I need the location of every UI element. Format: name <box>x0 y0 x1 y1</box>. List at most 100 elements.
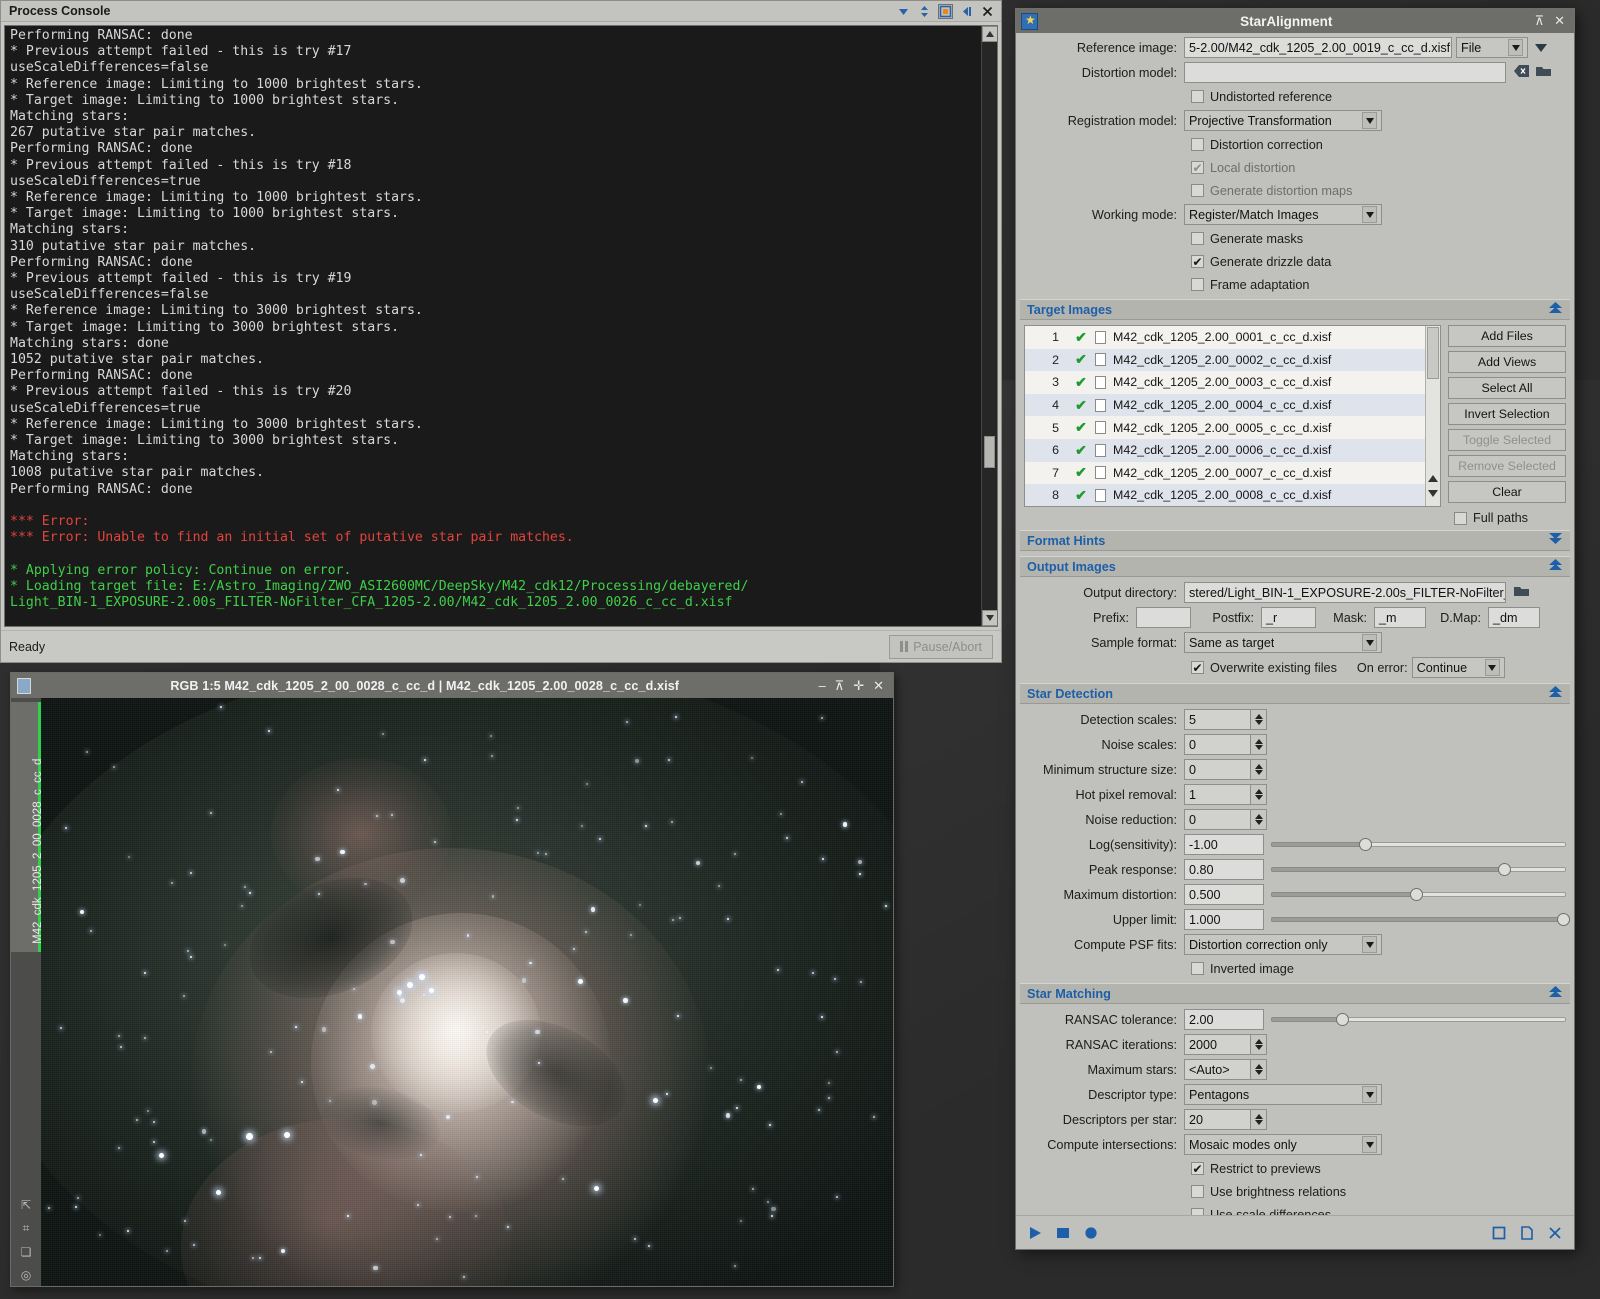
prefix-input[interactable] <box>1136 607 1191 628</box>
stepper-buttons[interactable] <box>1250 734 1267 755</box>
restrict-to-previews-checkbox[interactable] <box>1191 1162 1204 1175</box>
distortion-model-input[interactable] <box>1184 62 1506 83</box>
log-sensitivity-input[interactable]: -1.00 <box>1184 834 1264 855</box>
check-icon[interactable]: ✔ <box>1067 464 1095 481</box>
noise-scales-stepper[interactable]: 0 <box>1184 734 1267 755</box>
restore-icon[interactable]: ⊼ <box>835 679 845 692</box>
slider-knob[interactable] <box>1409 888 1423 901</box>
duplicate-icon[interactable]: ❏ <box>21 1245 32 1259</box>
add-views-button[interactable]: Add Views <box>1448 351 1566 373</box>
expand-section-icon[interactable] <box>1548 532 1563 550</box>
reference-image-mode-combo[interactable]: File <box>1456 37 1528 58</box>
local-distortion-checkbox[interactable] <box>1191 161 1204 174</box>
maximum-stars-value[interactable]: <Auto> <box>1184 1059 1250 1080</box>
generate-distortion-maps-checkbox[interactable] <box>1191 184 1204 197</box>
stepper-buttons[interactable] <box>1250 709 1267 730</box>
reference-image-dropdown-icon[interactable] <box>1535 39 1547 57</box>
image-view-tab[interactable]: M42_cdk_1205_2_00_0028_c_cc_d <box>11 702 44 952</box>
upper-limit-input[interactable]: 1.000 <box>1184 909 1264 930</box>
target-list-scrollbar[interactable] <box>1425 326 1440 506</box>
noise-scales-value[interactable]: 0 <box>1184 734 1250 755</box>
float-window-icon[interactable] <box>938 3 953 19</box>
postfix-input[interactable]: _r <box>1261 607 1316 628</box>
maximum-distortion-input[interactable]: 0.500 <box>1184 884 1264 905</box>
check-icon[interactable]: ✔ <box>1067 487 1095 504</box>
collapse-icon[interactable]: ⇱ <box>21 1198 31 1212</box>
target-images-section-header[interactable]: Target Images <box>1020 299 1570 320</box>
stepper-buttons[interactable] <box>1250 1034 1267 1055</box>
reference-image-input[interactable]: 5-2.00/M42_cdk_1205_2.00_0019_c_cc_d.xis… <box>1184 37 1452 58</box>
ransac-tolerance-input[interactable]: 2.00 <box>1184 1009 1264 1030</box>
table-row[interactable]: 1 ✔ M42_cdk_1205_2.00_0001_c_cc_d.xisf <box>1025 326 1440 349</box>
ransac-iterations-value[interactable]: 2000 <box>1184 1034 1250 1055</box>
slider-knob[interactable] <box>1359 838 1373 851</box>
use-brightness-relations-checkbox[interactable] <box>1191 1185 1204 1198</box>
minimum-structure-size-value[interactable]: 0 <box>1184 759 1250 780</box>
target-images-list[interactable]: 1 ✔ M42_cdk_1205_2.00_0001_c_cc_d.xisf 2 ✔ M4… <box>1024 325 1441 507</box>
mask-input[interactable]: _m <box>1374 607 1426 628</box>
distortion-correction-checkbox[interactable] <box>1191 138 1204 151</box>
star-matching-section-header[interactable]: Star Matching <box>1020 983 1570 1004</box>
inverted-image-checkbox[interactable] <box>1191 962 1204 975</box>
sample-format-combo[interactable]: Same as target <box>1184 632 1382 653</box>
check-icon[interactable]: ✔ <box>1067 397 1095 414</box>
collapse-section-icon[interactable] <box>1548 301 1563 319</box>
descriptor-type-combo[interactable]: Pentagons <box>1184 1084 1382 1105</box>
info-icon[interactable]: ◎ <box>21 1268 31 1282</box>
working-mode-combo[interactable]: Register/Match Images <box>1184 204 1382 225</box>
noise-reduction-stepper[interactable]: 0 <box>1184 809 1267 830</box>
hot-pixel-removal-value[interactable]: 1 <box>1184 784 1250 805</box>
undistorted-reference-row[interactable]: Undistorted reference <box>1191 87 1566 106</box>
descriptors-per-star-value[interactable]: 20 <box>1184 1109 1250 1130</box>
compute-intersections-combo[interactable]: Mosaic modes only <box>1184 1134 1382 1155</box>
collapse-icon[interactable]: ⊼ <box>1535 13 1545 29</box>
minimum-structure-size-stepper[interactable]: 0 <box>1184 759 1267 780</box>
ransac-tolerance-slider[interactable] <box>1271 1009 1566 1030</box>
local-distortion-row[interactable]: Local distortion <box>1191 158 1566 177</box>
restrict-to-previews-row[interactable]: Restrict to previews <box>1191 1159 1566 1178</box>
output-images-section-header[interactable]: Output Images <box>1020 556 1570 577</box>
generate-drizzle-data-row[interactable]: Generate drizzle data <box>1191 252 1566 271</box>
use-brightness-relations-row[interactable]: Use brightness relations <box>1191 1182 1566 1201</box>
invert-selection-button[interactable]: Invert Selection <box>1448 403 1566 425</box>
stepper-buttons[interactable] <box>1250 1059 1267 1080</box>
reset-icon[interactable] <box>1548 1226 1562 1240</box>
slider-knob[interactable] <box>1557 913 1571 926</box>
output-directory-input[interactable]: stered/Light_BIN-1_EXPOSURE-2.00s_FILTER… <box>1184 582 1506 603</box>
dmap-input[interactable]: _dm <box>1488 607 1540 628</box>
star-detection-section-header[interactable]: Star Detection <box>1020 683 1570 704</box>
descriptors-per-star-stepper[interactable]: 20 <box>1184 1109 1267 1130</box>
maximize-icon[interactable]: ✛ <box>853 679 864 692</box>
distortion-correction-row[interactable]: Distortion correction <box>1191 135 1566 154</box>
clear-icon[interactable] <box>1514 64 1529 82</box>
apply-global-square-icon[interactable] <box>1056 1226 1070 1240</box>
generate-masks-checkbox[interactable] <box>1191 232 1204 245</box>
table-row[interactable]: 3 ✔ M42_cdk_1205_2.00_0003_c_cc_d.xisf <box>1025 371 1440 394</box>
upper-limit-slider[interactable] <box>1271 909 1571 930</box>
collapse-left-icon[interactable] <box>959 4 974 19</box>
process-console-scrollbar[interactable] <box>981 26 997 626</box>
ransac-iterations-stepper[interactable]: 2000 <box>1184 1034 1267 1055</box>
use-scale-differences-checkbox[interactable] <box>1191 1208 1204 1215</box>
frame-adaptation-checkbox[interactable] <box>1191 278 1204 291</box>
new-instance-square-icon[interactable] <box>1492 1226 1506 1240</box>
scroll-down-icon[interactable] <box>982 610 997 626</box>
detection-scales-value[interactable]: 5 <box>1184 709 1250 730</box>
detection-scales-stepper[interactable]: 5 <box>1184 709 1267 730</box>
table-row[interactable]: 2 ✔ M42_cdk_1205_2.00_0002_c_cc_d.xisf <box>1025 348 1440 372</box>
maximum-distortion-slider[interactable] <box>1271 884 1566 905</box>
folder-icon[interactable] <box>1536 64 1551 82</box>
collapse-section-icon[interactable] <box>1548 558 1563 576</box>
scroll-down-icon[interactable] <box>1428 485 1438 503</box>
check-icon[interactable]: ✔ <box>1067 442 1095 459</box>
peak-response-input[interactable]: 0.80 <box>1184 859 1264 880</box>
table-row[interactable]: 6 ✔ M42_cdk_1205_2.00_0006_c_cc_d.xisf <box>1025 438 1440 462</box>
apply-triangle-icon[interactable] <box>1028 1226 1042 1240</box>
scrollbar-thumb[interactable] <box>984 436 995 468</box>
use-scale-differences-row[interactable]: Use scale differences <box>1191 1205 1566 1215</box>
stepper-buttons[interactable] <box>1250 759 1267 780</box>
add-files-button[interactable]: Add Files <box>1448 325 1566 347</box>
table-row[interactable]: 8 ✔ M42_cdk_1205_2.00_0008_c_cc_d.xisf <box>1025 484 1440 506</box>
full-paths-checkbox[interactable] <box>1454 511 1467 525</box>
full-paths-row[interactable]: Full paths <box>1454 511 1566 525</box>
